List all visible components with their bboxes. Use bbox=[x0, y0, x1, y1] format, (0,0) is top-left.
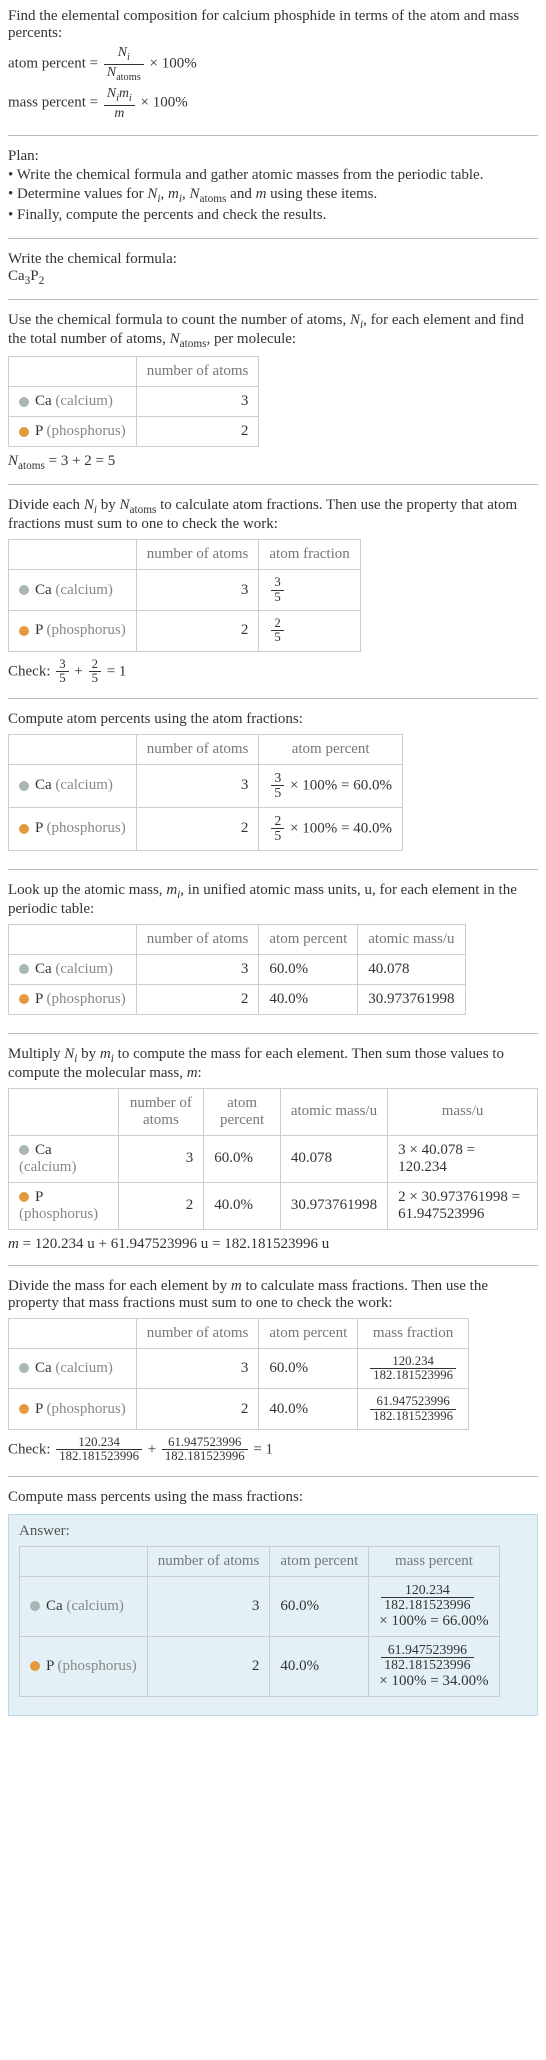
atom-fraction-table: number of atomsatom fraction Ca (calcium… bbox=[8, 539, 361, 652]
table-row: P (phosphorus) 2 25 × 100% = 40.0% bbox=[9, 807, 403, 850]
table-row: Ca (calcium) 3 60.0% 120.234182.18152399… bbox=[9, 1348, 469, 1389]
phosphorus-dot-icon bbox=[30, 1661, 40, 1671]
plan-item: • Finally, compute the percents and chec… bbox=[8, 207, 538, 224]
atom-fraction-check: Check: 35 + 25 = 1 bbox=[8, 658, 538, 686]
phosphorus-dot-icon bbox=[19, 824, 29, 834]
calcium-dot-icon bbox=[30, 1601, 40, 1611]
divider bbox=[8, 1033, 538, 1034]
table-row: Ca (calcium) 3 60.0% 40.078 bbox=[9, 954, 466, 984]
atom-fractions: Divide each Ni by Natoms to calculate at… bbox=[8, 493, 538, 689]
atomic-mass-table: number of atomsatom percentatomic mass/u… bbox=[8, 924, 466, 1015]
calcium-dot-icon bbox=[19, 781, 29, 791]
mass-table: number of atomsatom percentatomic mass/u… bbox=[8, 1088, 538, 1230]
atom-percent-formula: atom percent = Ni Natoms × 100% bbox=[8, 45, 538, 83]
plan: Plan: • Write the chemical formula and g… bbox=[8, 144, 538, 230]
divider bbox=[8, 1476, 538, 1477]
mass-multiply: Multiply Ni by mi to compute the mass fo… bbox=[8, 1042, 538, 1257]
atomic-mass: Look up the atomic mass, mi, in unified … bbox=[8, 878, 538, 1025]
table-row: P (phosphorus) 2 40.0% 61.947523996182.1… bbox=[9, 1389, 469, 1430]
table-row: P (phosphorus) 2 25 bbox=[9, 611, 361, 652]
formula-value: Ca3P2 bbox=[8, 268, 538, 287]
plan-item: • Write the chemical formula and gather … bbox=[8, 167, 538, 184]
phosphorus-dot-icon bbox=[19, 1404, 29, 1414]
divider bbox=[8, 238, 538, 239]
calcium-dot-icon bbox=[19, 1145, 29, 1155]
mass-percent-formula: mass percent = Nimi m × 100% bbox=[8, 86, 538, 120]
table-row: P (phosphorus) 2 bbox=[9, 417, 259, 447]
calcium-dot-icon bbox=[19, 1363, 29, 1373]
calcium-dot-icon bbox=[19, 964, 29, 974]
answer-box: Answer: number of atomsatom percentmass … bbox=[8, 1514, 538, 1716]
table-row: Ca (calcium) 3 60.0% 40.078 3 × 40.078 =… bbox=[9, 1135, 538, 1182]
table-row: P (phosphorus) 2 40.0% 61.947523996182.1… bbox=[20, 1636, 500, 1696]
divider bbox=[8, 698, 538, 699]
atom-percent-table: number of atomsatom percent Ca (calcium)… bbox=[8, 734, 403, 851]
mass-fractions: Divide the mass for each element by m to… bbox=[8, 1274, 538, 1468]
count-atoms: Use the chemical formula to count the nu… bbox=[8, 308, 538, 476]
divider bbox=[8, 1265, 538, 1266]
table-row: Ca (calcium) 3 60.0% 120.234182.18152399… bbox=[20, 1576, 500, 1636]
answer-table: number of atomsatom percentmass percent … bbox=[19, 1546, 500, 1697]
chemical-formula: Write the chemical formula: Ca3P2 bbox=[8, 247, 538, 291]
molecular-mass-sum: m = 120.234 u + 61.947523996 u = 182.181… bbox=[8, 1236, 538, 1253]
divider bbox=[8, 869, 538, 870]
natoms-sum: Natoms = 3 + 2 = 5 bbox=[8, 453, 538, 472]
phosphorus-dot-icon bbox=[19, 427, 29, 437]
divider bbox=[8, 299, 538, 300]
phosphorus-dot-icon bbox=[19, 994, 29, 1004]
table-row: Ca (calcium) 3 35 bbox=[9, 570, 361, 611]
plan-heading: Plan: bbox=[8, 148, 538, 165]
table-row: P (phosphorus) 2 40.0% 30.973761998 2 × … bbox=[9, 1182, 538, 1229]
phosphorus-dot-icon bbox=[19, 626, 29, 636]
atom-percents: Compute atom percents using the atom fra… bbox=[8, 707, 538, 861]
calcium-dot-icon bbox=[19, 585, 29, 595]
answer-label: Answer: bbox=[19, 1523, 527, 1540]
divider bbox=[8, 135, 538, 136]
table-row: Ca (calcium) 3 35 × 100% = 60.0% bbox=[9, 764, 403, 807]
divider bbox=[8, 484, 538, 485]
mass-percents: Compute mass percents using the mass fra… bbox=[8, 1485, 538, 1720]
intro-text: Find the elemental composition for calci… bbox=[8, 8, 538, 42]
table-row: Ca (calcium) 3 bbox=[9, 387, 259, 417]
intro: Find the elemental composition for calci… bbox=[8, 4, 538, 127]
table-row: P (phosphorus) 2 40.0% 30.973761998 bbox=[9, 984, 466, 1014]
calcium-dot-icon bbox=[19, 397, 29, 407]
mass-fraction-table: number of atomsatom percentmass fraction… bbox=[8, 1318, 469, 1431]
mass-fraction-check: Check: 120.234182.181523996 + 61.9475239… bbox=[8, 1436, 538, 1464]
plan-item: • Determine values for Ni, mi, Natoms an… bbox=[8, 186, 538, 205]
phosphorus-dot-icon bbox=[19, 1192, 29, 1202]
formula-heading: Write the chemical formula: bbox=[8, 251, 538, 268]
count-table: number of atoms Ca (calcium) 3 P (phosph… bbox=[8, 356, 259, 447]
